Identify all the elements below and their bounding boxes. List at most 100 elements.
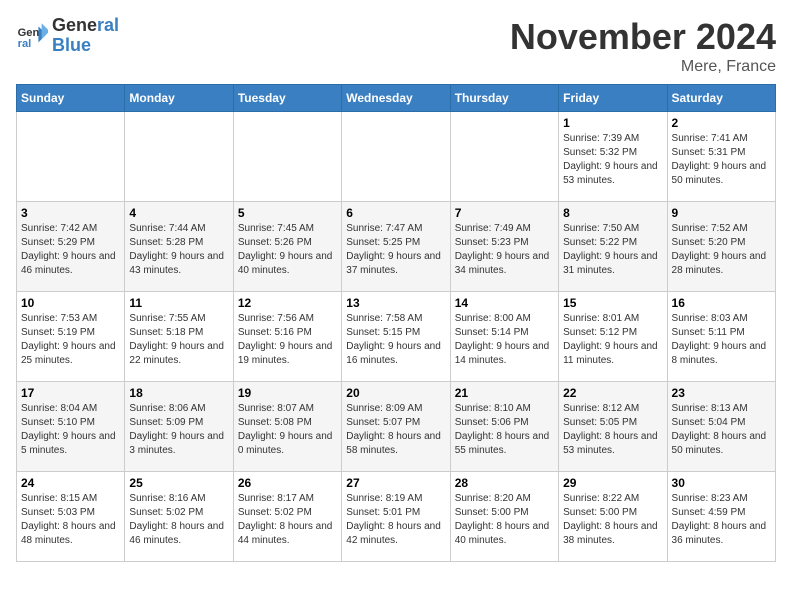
- day-number: 21: [455, 386, 554, 400]
- day-info: Sunrise: 8:22 AM Sunset: 5:00 PM Dayligh…: [563, 492, 662, 548]
- logo-icon: Gene ral: [16, 20, 48, 52]
- day-number: 8: [563, 206, 662, 220]
- calendar-day-cell: 28 Sunrise: 8:20 AM Sunset: 5:00 PM Dayli…: [450, 472, 558, 562]
- day-number: 2: [672, 116, 771, 130]
- calendar: SundayMondayTuesdayWednesdayThursdayFrid…: [16, 84, 776, 562]
- day-info: Sunrise: 8:01 AM Sunset: 5:12 PM Dayligh…: [563, 312, 662, 368]
- day-number: 22: [563, 386, 662, 400]
- day-number: 20: [346, 386, 445, 400]
- weekday-header-cell: Monday: [125, 85, 233, 112]
- calendar-day-cell: 3 Sunrise: 7:42 AM Sunset: 5:29 PM Daylig…: [17, 202, 125, 292]
- weekday-header-cell: Friday: [559, 85, 667, 112]
- calendar-day-cell: [17, 112, 125, 202]
- day-number: 26: [238, 476, 337, 490]
- day-info: Sunrise: 7:41 AM Sunset: 5:31 PM Dayligh…: [672, 132, 771, 188]
- calendar-day-cell: 14 Sunrise: 8:00 AM Sunset: 5:14 PM Dayli…: [450, 292, 558, 382]
- header: Gene ral General Blue November 2024 Mere…: [16, 16, 776, 76]
- day-info: Sunrise: 7:55 AM Sunset: 5:18 PM Dayligh…: [129, 312, 228, 368]
- calendar-day-cell: [125, 112, 233, 202]
- location: Mere, France: [510, 58, 776, 76]
- day-number: 1: [563, 116, 662, 130]
- day-info: Sunrise: 7:45 AM Sunset: 5:26 PM Dayligh…: [238, 222, 337, 278]
- day-number: 6: [346, 206, 445, 220]
- day-number: 15: [563, 296, 662, 310]
- day-number: 19: [238, 386, 337, 400]
- calendar-day-cell: 30 Sunrise: 8:23 AM Sunset: 4:59 PM Dayli…: [667, 472, 775, 562]
- calendar-day-cell: 1 Sunrise: 7:39 AM Sunset: 5:32 PM Daylig…: [559, 112, 667, 202]
- calendar-day-cell: 10 Sunrise: 7:53 AM Sunset: 5:19 PM Dayli…: [17, 292, 125, 382]
- day-number: 13: [346, 296, 445, 310]
- day-info: Sunrise: 8:00 AM Sunset: 5:14 PM Dayligh…: [455, 312, 554, 368]
- weekday-header-row: SundayMondayTuesdayWednesdayThursdayFrid…: [17, 85, 776, 112]
- day-number: 18: [129, 386, 228, 400]
- day-info: Sunrise: 7:52 AM Sunset: 5:20 PM Dayligh…: [672, 222, 771, 278]
- calendar-day-cell: 13Sunrise: 7:58 AM Sunset: 5:15 PM Dayli…: [342, 292, 450, 382]
- weekday-header-cell: Tuesday: [233, 85, 341, 112]
- calendar-day-cell: 12 Sunrise: 7:56 AM Sunset: 5:16 PM Dayli…: [233, 292, 341, 382]
- day-number: 24: [21, 476, 120, 490]
- day-info: Sunrise: 7:42 AM Sunset: 5:29 PM Dayligh…: [21, 222, 120, 278]
- day-info: Sunrise: 7:47 AM Sunset: 5:25 PM Dayligh…: [346, 222, 445, 278]
- day-number: 27: [346, 476, 445, 490]
- weekday-header-cell: Sunday: [17, 85, 125, 112]
- calendar-day-cell: 4 Sunrise: 7:44 AM Sunset: 5:28 PM Daylig…: [125, 202, 233, 292]
- day-number: 30: [672, 476, 771, 490]
- day-info: Sunrise: 7:44 AM Sunset: 5:28 PM Dayligh…: [129, 222, 228, 278]
- day-number: 12: [238, 296, 337, 310]
- calendar-day-cell: 8Sunrise: 7:50 AM Sunset: 5:22 PM Daylig…: [559, 202, 667, 292]
- day-info: Sunrise: 8:06 AM Sunset: 5:09 PM Dayligh…: [129, 402, 228, 458]
- calendar-day-cell: 17Sunrise: 8:04 AM Sunset: 5:10 PM Dayli…: [17, 382, 125, 472]
- day-number: 14: [455, 296, 554, 310]
- day-info: Sunrise: 8:19 AM Sunset: 5:01 PM Dayligh…: [346, 492, 445, 548]
- day-info: Sunrise: 8:09 AM Sunset: 5:07 PM Dayligh…: [346, 402, 445, 458]
- calendar-day-cell: 7Sunrise: 7:49 AM Sunset: 5:23 PM Daylig…: [450, 202, 558, 292]
- day-info: Sunrise: 8:12 AM Sunset: 5:05 PM Dayligh…: [563, 402, 662, 458]
- day-number: 3: [21, 206, 120, 220]
- logo-text: General Blue: [52, 16, 119, 56]
- day-info: Sunrise: 8:04 AM Sunset: 5:10 PM Dayligh…: [21, 402, 120, 458]
- calendar-body: 1 Sunrise: 7:39 AM Sunset: 5:32 PM Daylig…: [17, 112, 776, 562]
- calendar-day-cell: 6 Sunrise: 7:47 AM Sunset: 5:25 PM Daylig…: [342, 202, 450, 292]
- day-number: 23: [672, 386, 771, 400]
- calendar-week-row: 17Sunrise: 8:04 AM Sunset: 5:10 PM Dayli…: [17, 382, 776, 472]
- day-number: 10: [21, 296, 120, 310]
- calendar-day-cell: [342, 112, 450, 202]
- day-info: Sunrise: 7:49 AM Sunset: 5:23 PM Dayligh…: [455, 222, 554, 278]
- calendar-week-row: 1 Sunrise: 7:39 AM Sunset: 5:32 PM Daylig…: [17, 112, 776, 202]
- calendar-day-cell: 23 Sunrise: 8:13 AM Sunset: 5:04 PM Dayli…: [667, 382, 775, 472]
- day-number: 4: [129, 206, 228, 220]
- day-info: Sunrise: 8:17 AM Sunset: 5:02 PM Dayligh…: [238, 492, 337, 548]
- calendar-day-cell: [233, 112, 341, 202]
- day-info: Sunrise: 7:39 AM Sunset: 5:32 PM Dayligh…: [563, 132, 662, 188]
- weekday-header-cell: Wednesday: [342, 85, 450, 112]
- calendar-day-cell: 22 Sunrise: 8:12 AM Sunset: 5:05 PM Dayli…: [559, 382, 667, 472]
- day-info: Sunrise: 8:15 AM Sunset: 5:03 PM Dayligh…: [21, 492, 120, 548]
- day-info: Sunrise: 8:23 AM Sunset: 4:59 PM Dayligh…: [672, 492, 771, 548]
- day-number: 9: [672, 206, 771, 220]
- calendar-day-cell: 2 Sunrise: 7:41 AM Sunset: 5:31 PM Daylig…: [667, 112, 775, 202]
- calendar-day-cell: 16Sunrise: 8:03 AM Sunset: 5:11 PM Dayli…: [667, 292, 775, 382]
- day-number: 28: [455, 476, 554, 490]
- calendar-day-cell: 11Sunrise: 7:55 AM Sunset: 5:18 PM Dayli…: [125, 292, 233, 382]
- title-area: November 2024 Mere, France: [510, 16, 776, 76]
- day-info: Sunrise: 7:56 AM Sunset: 5:16 PM Dayligh…: [238, 312, 337, 368]
- calendar-day-cell: 19Sunrise: 8:07 AM Sunset: 5:08 PM Dayli…: [233, 382, 341, 472]
- calendar-day-cell: 21Sunrise: 8:10 AM Sunset: 5:06 PM Dayli…: [450, 382, 558, 472]
- svg-text:ral: ral: [18, 38, 32, 50]
- day-info: Sunrise: 8:16 AM Sunset: 5:02 PM Dayligh…: [129, 492, 228, 548]
- calendar-day-cell: 29 Sunrise: 8:22 AM Sunset: 5:00 PM Dayli…: [559, 472, 667, 562]
- calendar-week-row: 24 Sunrise: 8:15 AM Sunset: 5:03 PM Dayli…: [17, 472, 776, 562]
- calendar-day-cell: 20 Sunrise: 8:09 AM Sunset: 5:07 PM Dayli…: [342, 382, 450, 472]
- calendar-day-cell: 27 Sunrise: 8:19 AM Sunset: 5:01 PM Dayli…: [342, 472, 450, 562]
- day-number: 16: [672, 296, 771, 310]
- day-info: Sunrise: 7:53 AM Sunset: 5:19 PM Dayligh…: [21, 312, 120, 368]
- calendar-day-cell: 24 Sunrise: 8:15 AM Sunset: 5:03 PM Dayli…: [17, 472, 125, 562]
- calendar-day-cell: [450, 112, 558, 202]
- calendar-day-cell: 18 Sunrise: 8:06 AM Sunset: 5:09 PM Dayli…: [125, 382, 233, 472]
- day-number: 29: [563, 476, 662, 490]
- day-number: 25: [129, 476, 228, 490]
- calendar-week-row: 3 Sunrise: 7:42 AM Sunset: 5:29 PM Daylig…: [17, 202, 776, 292]
- day-info: Sunrise: 8:13 AM Sunset: 5:04 PM Dayligh…: [672, 402, 771, 458]
- calendar-day-cell: 26 Sunrise: 8:17 AM Sunset: 5:02 PM Dayli…: [233, 472, 341, 562]
- day-info: Sunrise: 8:20 AM Sunset: 5:00 PM Dayligh…: [455, 492, 554, 548]
